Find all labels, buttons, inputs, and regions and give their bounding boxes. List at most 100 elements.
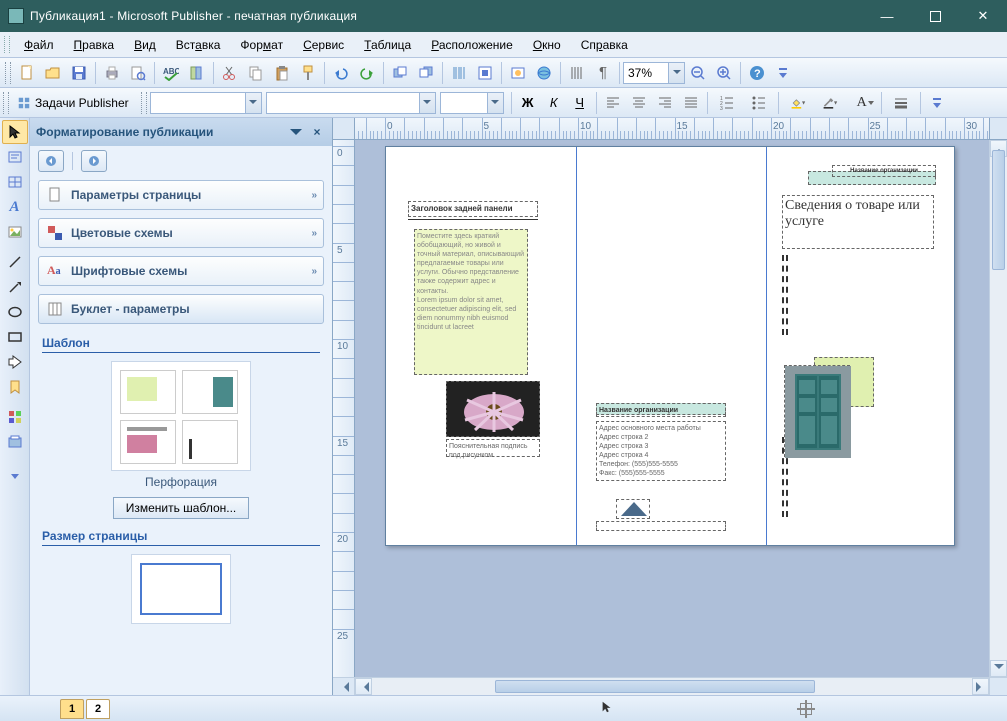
menu-file[interactable]: Файл xyxy=(14,32,64,57)
template-thumbnail[interactable] xyxy=(111,361,251,471)
scroll-left-button[interactable] xyxy=(355,678,372,695)
taskpane-close-button[interactable]: × xyxy=(308,125,326,139)
oval-tool[interactable] xyxy=(2,300,28,324)
webpreview-button[interactable] xyxy=(532,61,556,85)
open-button[interactable] xyxy=(41,61,65,85)
align-center-button[interactable] xyxy=(627,91,651,115)
arrow-tool[interactable] xyxy=(2,275,28,299)
fill-color-button[interactable] xyxy=(783,91,813,115)
bring-front-button[interactable] xyxy=(388,61,412,85)
autoshapes-tool[interactable] xyxy=(2,350,28,374)
wordart-tool[interactable]: A xyxy=(2,195,28,219)
scroll-right-button[interactable] xyxy=(972,678,989,695)
taskpane-dropdown-icon[interactable] xyxy=(290,129,302,141)
menu-edit[interactable]: Правка xyxy=(64,32,125,57)
menu-insert[interactable]: Вставка xyxy=(166,32,231,57)
logo-frame[interactable] xyxy=(616,499,650,519)
text-frame[interactable]: Поместите здесь краткий обобщающий, но ж… xyxy=(414,229,528,375)
underline-button[interactable]: Ч xyxy=(568,91,592,115)
textbox-tool[interactable] xyxy=(2,145,28,169)
ms-button[interactable] xyxy=(506,61,530,85)
numbering-button[interactable]: 123 xyxy=(712,91,742,115)
format-painter-button[interactable] xyxy=(296,61,320,85)
line-color-button[interactable] xyxy=(815,91,845,115)
tasks-button[interactable]: Задачи Publisher xyxy=(12,91,138,115)
font-color-button[interactable]: A xyxy=(847,91,877,115)
table-tool[interactable] xyxy=(2,170,28,194)
scroll-left-start[interactable] xyxy=(333,678,355,695)
title-frame[interactable]: Сведения о товаре или услуге xyxy=(782,195,934,249)
page-tab-2[interactable]: 2 xyxy=(86,699,110,719)
scroll-thumb[interactable] xyxy=(495,680,815,693)
caption-frame[interactable]: Пояснительная подпись под рисунком xyxy=(446,439,540,457)
maximize-button[interactable] xyxy=(911,0,959,32)
line-style-button[interactable] xyxy=(886,91,916,115)
bookmark-tool[interactable] xyxy=(2,375,28,399)
menu-help[interactable]: Справка xyxy=(571,32,638,57)
redo-button[interactable] xyxy=(355,61,379,85)
vertical-scrollbar[interactable] xyxy=(989,140,1007,677)
scroll-thumb[interactable] xyxy=(992,150,1005,270)
print-preview-button[interactable] xyxy=(126,61,150,85)
paste-button[interactable] xyxy=(270,61,294,85)
pointer-tool[interactable] xyxy=(2,120,28,144)
group-brochure-options[interactable]: Буклет - параметры xyxy=(38,294,324,324)
taskpane-forward-button[interactable] xyxy=(81,150,107,172)
taskpane-back-button[interactable] xyxy=(38,150,64,172)
font-size-combo[interactable] xyxy=(440,92,504,114)
zoom-in-button[interactable] xyxy=(712,61,736,85)
menu-format[interactable]: Формат xyxy=(230,32,293,57)
menu-arrange[interactable]: Расположение xyxy=(421,32,523,57)
align-left-button[interactable] xyxy=(601,91,625,115)
font-combo[interactable] xyxy=(266,92,436,114)
minimize-button[interactable]: — xyxy=(863,0,911,32)
print-button[interactable] xyxy=(100,61,124,85)
send-back-button[interactable] xyxy=(414,61,438,85)
toolbar-grip[interactable] xyxy=(5,62,11,84)
content-library-tool[interactable] xyxy=(2,430,28,454)
text-frame[interactable]: Название организации xyxy=(596,403,726,417)
toolbar-grip[interactable] xyxy=(141,92,147,114)
group-color-schemes[interactable]: Цветовые схемы » xyxy=(38,218,324,248)
close-button[interactable]: ✕ xyxy=(959,0,1007,32)
change-template-button[interactable]: Изменить шаблон... xyxy=(113,497,250,519)
new-button[interactable] xyxy=(15,61,39,85)
zoom-out-button[interactable] xyxy=(686,61,710,85)
horizontal-scrollbar[interactable] xyxy=(355,678,989,695)
design-gallery-tool[interactable] xyxy=(2,405,28,429)
picture-frame[interactable] xyxy=(784,365,850,457)
text-frame[interactable] xyxy=(596,521,726,531)
bold-button[interactable]: Ж xyxy=(516,91,540,115)
page[interactable]: Заголовок задней панели Поместите здесь … xyxy=(385,146,955,546)
menu-window[interactable]: Окно xyxy=(523,32,571,57)
overflow-button[interactable] xyxy=(771,61,795,85)
align-justify-button[interactable] xyxy=(679,91,703,115)
publication-canvas[interactable]: Заголовок задней панели Поместите здесь … xyxy=(355,140,989,677)
menu-tools[interactable]: Сервис xyxy=(293,32,354,57)
toolbar-grip[interactable] xyxy=(4,36,10,53)
save-button[interactable] xyxy=(67,61,91,85)
scroll-down-button[interactable] xyxy=(990,660,1007,677)
zoom-combo[interactable] xyxy=(623,62,685,84)
text-frame[interactable]: Заголовок задней панели xyxy=(408,201,538,217)
zoom-input[interactable] xyxy=(624,66,666,80)
toolbar-grip[interactable] xyxy=(3,92,9,114)
pagesize-thumbnail[interactable] xyxy=(131,554,231,624)
style-combo[interactable] xyxy=(150,92,262,114)
research-button[interactable] xyxy=(185,61,209,85)
columns2-button[interactable] xyxy=(565,61,589,85)
italic-button[interactable]: К xyxy=(542,91,566,115)
menu-table[interactable]: Таблица xyxy=(354,32,421,57)
spchar-button[interactable] xyxy=(473,61,497,85)
pilcrow-button[interactable]: ¶ xyxy=(591,61,615,85)
bullets-button[interactable] xyxy=(744,91,774,115)
group-page-options[interactable]: Параметры страницы » xyxy=(38,180,324,210)
text-frame[interactable]: Адрес основного места работыАдрес строка… xyxy=(596,421,726,481)
text-frame[interactable]: Название организации xyxy=(832,165,936,177)
picture-frame[interactable] xyxy=(446,381,540,437)
menu-view[interactable]: Вид xyxy=(124,32,166,57)
spellcheck-button[interactable]: ABC xyxy=(159,61,183,85)
rectangle-tool[interactable] xyxy=(2,325,28,349)
line-tool[interactable] xyxy=(2,250,28,274)
undo-button[interactable] xyxy=(329,61,353,85)
